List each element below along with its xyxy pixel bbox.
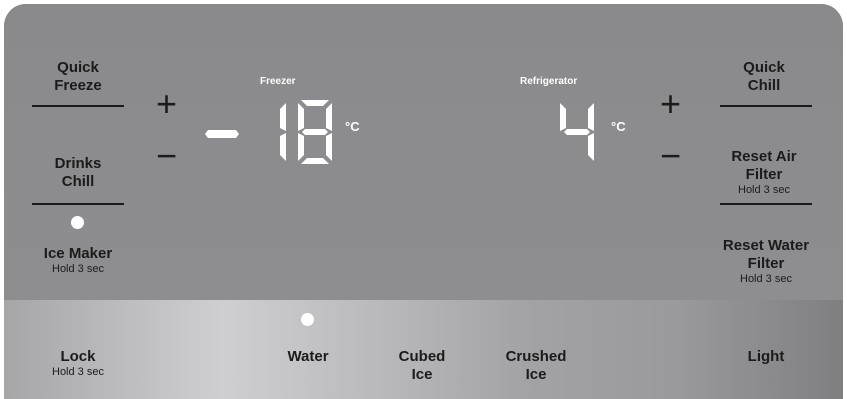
ice-maker-indicator-light (71, 216, 84, 229)
freezer-negative-sign (205, 130, 239, 138)
reset-water-filter-label-line1: Reset Water (722, 237, 810, 254)
lock-label: Lock (60, 348, 96, 365)
refrigerator-plus-button[interactable]: + (660, 86, 681, 122)
cubed-ice-label-line2: Ice (411, 366, 433, 383)
refrigerator-title: Refrigerator (520, 76, 578, 87)
digit-segment-g (564, 129, 590, 135)
ice-maker-hold-hint: Hold 3 sec (52, 263, 104, 275)
digit-segment-a (301, 100, 329, 106)
cubed-ice-label-line1: Cubed (398, 348, 446, 365)
reset-water-filter-label-line2: Filter (747, 255, 785, 272)
digit-segment-b (280, 103, 286, 131)
cubed-ice-button[interactable]: Cubed Ice (382, 348, 462, 384)
drinks-chill-label-line2: Chill (61, 173, 95, 190)
digit-segment-c (588, 133, 594, 161)
digit-segment-f (560, 103, 566, 131)
digit-segment-c (326, 133, 332, 161)
refrigerator-temperature-digits (560, 103, 594, 161)
crushed-ice-label-line2: Ice (525, 366, 547, 383)
digit-segment-f (298, 103, 304, 131)
freezer-minus-button[interactable]: − (156, 138, 177, 174)
reset-air-filter-button[interactable]: Reset Air Filter Hold 3 sec (706, 148, 822, 197)
digit-segment-d (301, 158, 329, 164)
crushed-ice-label-line1: Crushed (505, 348, 567, 365)
reset-air-filter-hold-hint: Hold 3 sec (738, 184, 790, 196)
digit-segment-b (326, 103, 332, 131)
ice-maker-label: Ice Maker (43, 245, 113, 262)
dispenser-control-strip: Lock Hold 3 sec Water Cubed Ice Crushed … (4, 300, 843, 399)
quick-freeze-divider (32, 105, 124, 107)
quick-chill-divider (720, 105, 812, 107)
quick-chill-label-line2: Chill (747, 77, 781, 94)
light-button[interactable]: Light (726, 348, 806, 366)
quick-chill-label-line1: Quick (743, 59, 785, 76)
refrigerator-unit: °C (611, 119, 626, 134)
freezer-plus-button[interactable]: + (156, 86, 177, 122)
lock-button[interactable]: Lock Hold 3 sec (28, 348, 128, 379)
digit-segment-c (280, 133, 286, 161)
digit-segment-b (588, 103, 594, 131)
reset-water-filter-button[interactable]: Reset Water Filter Hold 3 sec (700, 237, 832, 286)
water-button[interactable]: Water (268, 348, 348, 366)
reset-air-filter-divider (720, 203, 812, 205)
reset-water-filter-hold-hint: Hold 3 sec (740, 273, 792, 285)
quick-freeze-label-line1: Quick (57, 59, 99, 76)
drinks-chill-divider (32, 203, 124, 205)
display-area: Quick Freeze Drinks Chill Ice Maker Hold… (4, 4, 843, 300)
lock-hold-hint: Hold 3 sec (52, 366, 104, 378)
digit-segment-g (302, 129, 328, 135)
freezer-title: Freezer (260, 76, 296, 87)
refrigerator-minus-button[interactable]: − (660, 138, 681, 174)
quick-freeze-label-line2: Freeze (54, 77, 102, 94)
light-label: Light (747, 348, 785, 365)
quick-chill-button[interactable]: Quick Chill (716, 59, 812, 95)
water-label: Water (287, 348, 329, 365)
drinks-chill-label-line1: Drinks (54, 155, 102, 172)
reset-air-filter-label-line1: Reset Air (731, 148, 797, 165)
drinks-chill-button[interactable]: Drinks Chill (32, 155, 124, 191)
digit-segment-e (298, 133, 304, 161)
reset-air-filter-label-line2: Filter (745, 166, 783, 183)
quick-freeze-button[interactable]: Quick Freeze (32, 59, 124, 95)
freezer-unit: °C (345, 119, 360, 134)
control-panel: Quick Freeze Drinks Chill Ice Maker Hold… (4, 4, 843, 399)
water-indicator-light (301, 313, 314, 326)
freezer-temperature-digits (280, 100, 332, 164)
crushed-ice-button[interactable]: Crushed Ice (492, 348, 580, 384)
ice-maker-button[interactable]: Ice Maker Hold 3 sec (22, 245, 134, 276)
